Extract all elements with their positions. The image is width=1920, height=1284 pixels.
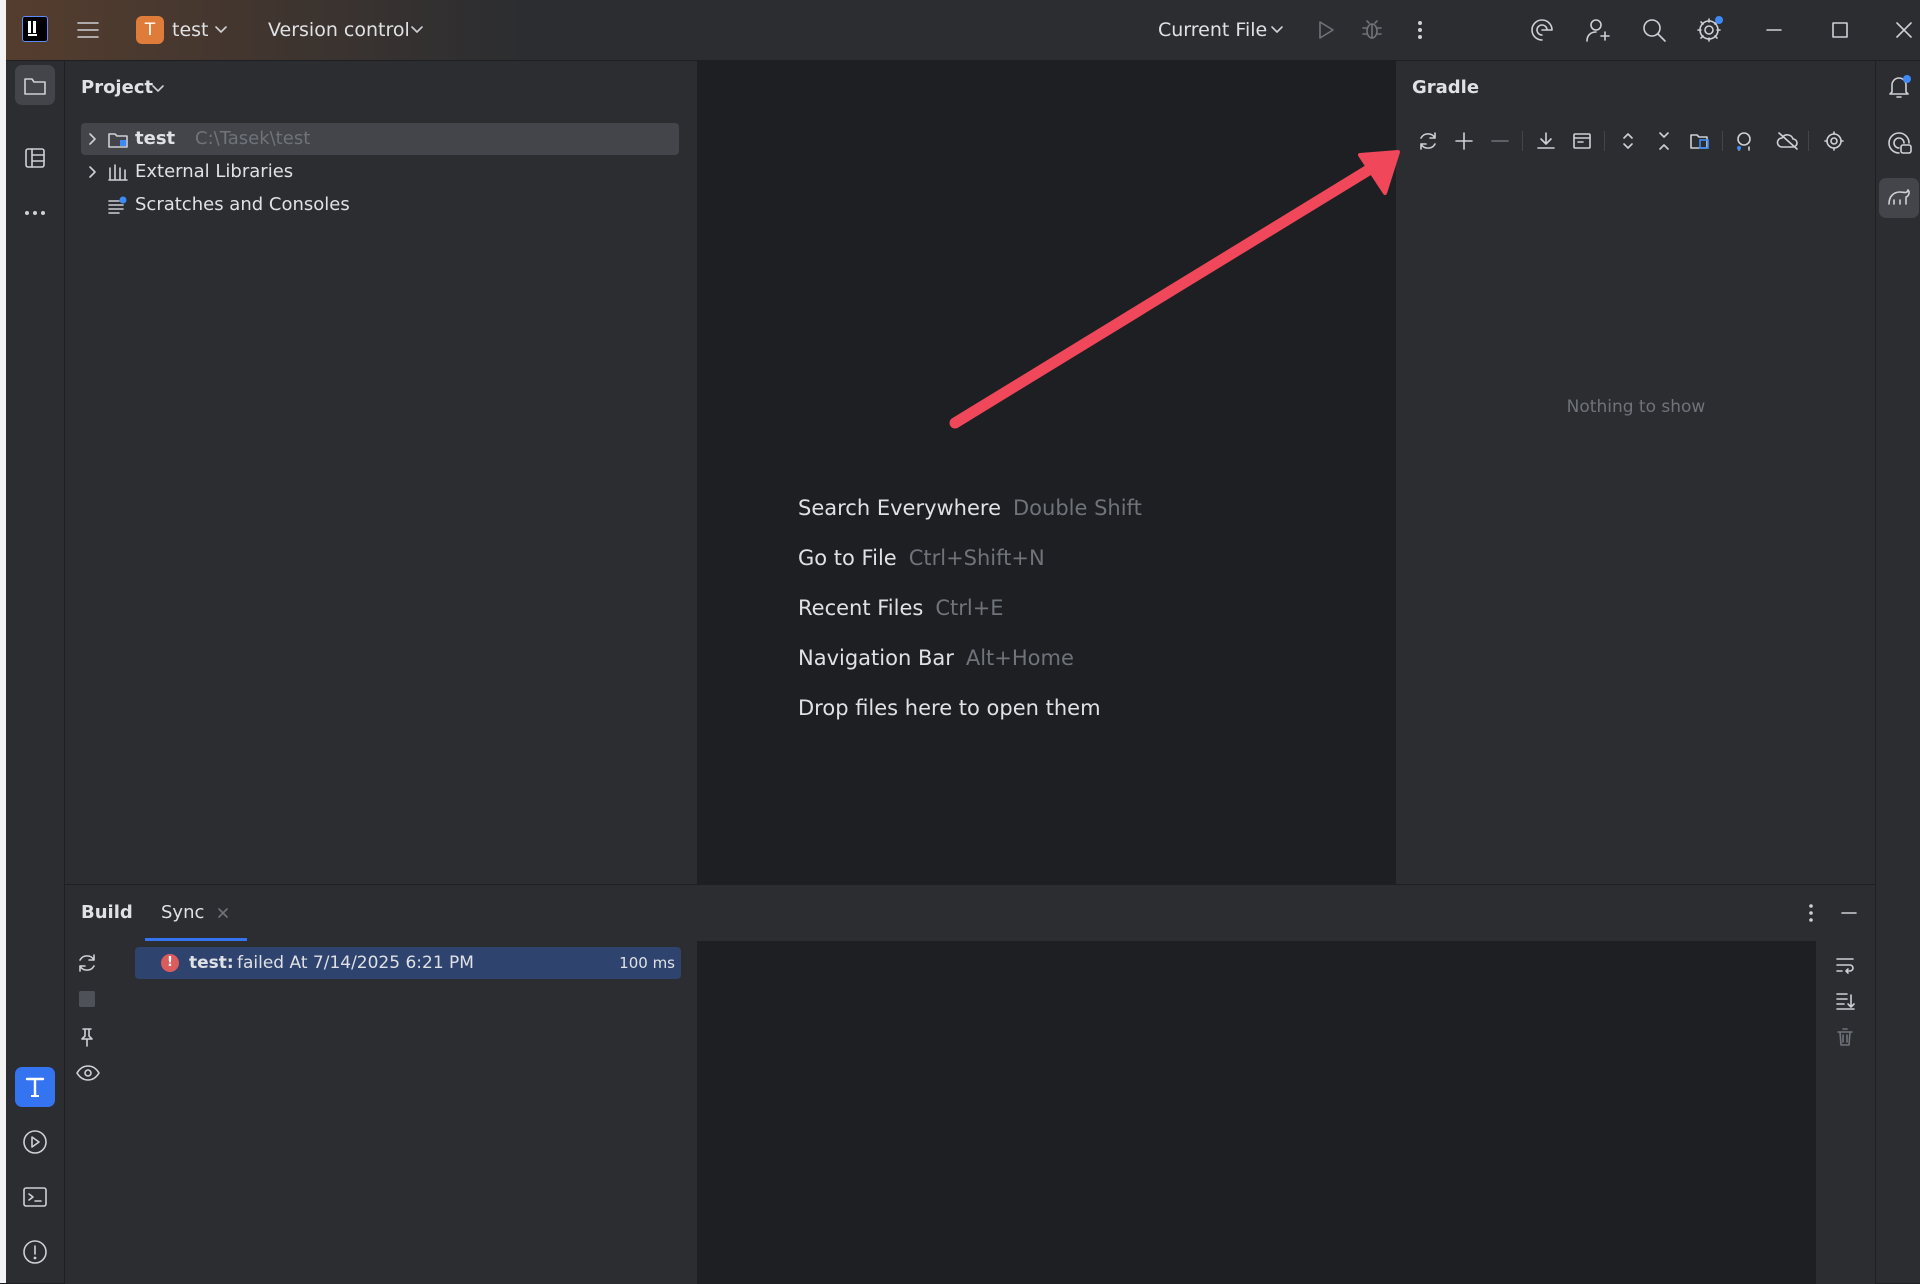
annotation-arrow: [949, 150, 1400, 429]
